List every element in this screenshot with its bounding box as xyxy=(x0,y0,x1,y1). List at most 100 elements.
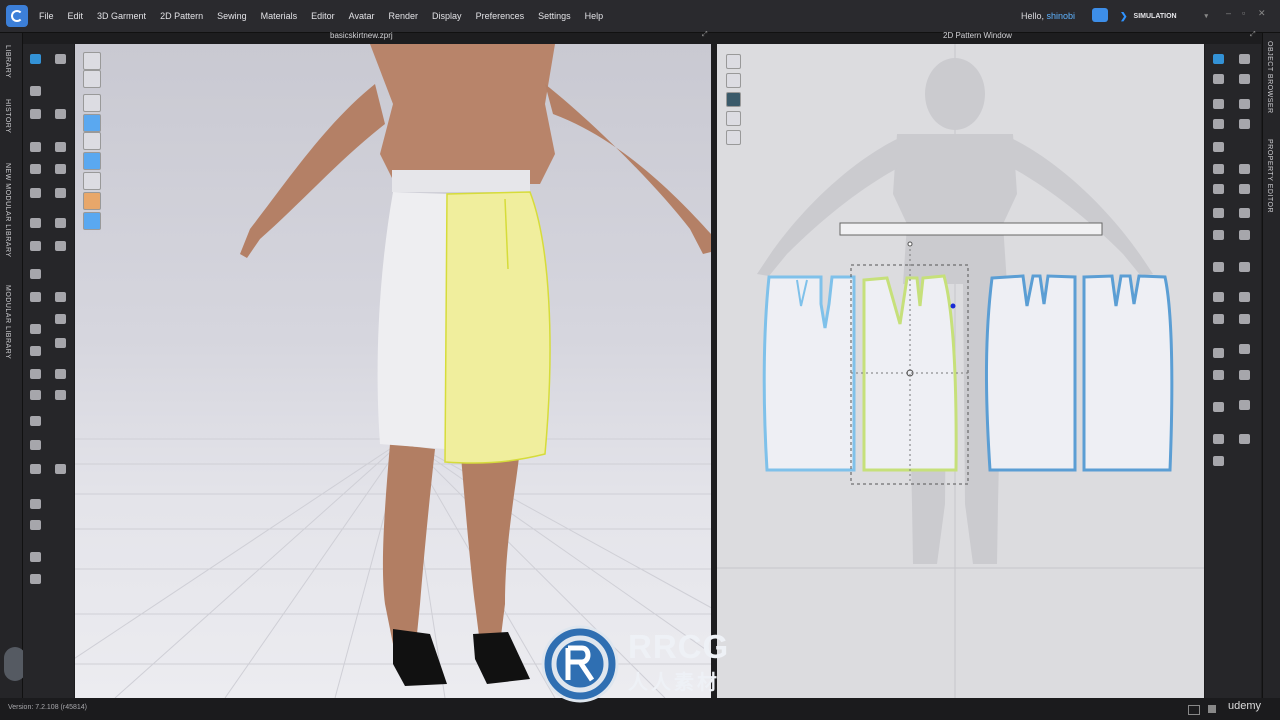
internal-polygon-icon[interactable] xyxy=(30,188,41,198)
morph-icon[interactable] xyxy=(30,552,41,562)
texture-icon[interactable] xyxy=(1213,262,1224,272)
gradient-icon[interactable] xyxy=(1239,370,1250,380)
menu-preferences[interactable]: Preferences xyxy=(469,0,532,32)
app-logo-icon[interactable] xyxy=(6,5,28,27)
dart-icon[interactable] xyxy=(55,188,66,198)
zipper-icon[interactable] xyxy=(1213,292,1224,302)
show-pins-icon[interactable] xyxy=(83,132,101,150)
username[interactable]: shinobi xyxy=(1047,11,1076,21)
tape-icon[interactable] xyxy=(1239,314,1250,324)
fold-icon[interactable] xyxy=(1213,230,1224,240)
edit-point-icon[interactable] xyxy=(1239,74,1250,84)
layout-toggle-icon[interactable] xyxy=(1188,705,1200,715)
menu-display[interactable]: Display xyxy=(425,0,469,32)
menu-file[interactable]: File xyxy=(32,0,61,32)
zipper-icon[interactable] xyxy=(55,314,66,324)
show-fabric-icon[interactable] xyxy=(83,152,101,170)
avatar-display-icon[interactable] xyxy=(83,52,101,70)
circle-icon[interactable] xyxy=(1239,119,1250,129)
fullscreen-icon[interactable] xyxy=(1208,705,1216,713)
menu-edit[interactable]: Edit xyxy=(61,0,91,32)
avatar-skin-icon[interactable] xyxy=(83,192,101,210)
environment-icon[interactable] xyxy=(83,212,101,230)
mesh-display-icon[interactable] xyxy=(83,114,101,132)
edit-pattern-icon[interactable] xyxy=(30,86,41,96)
texture-icon[interactable] xyxy=(726,92,741,107)
button-icon[interactable] xyxy=(1239,292,1250,302)
menu-3d-garment[interactable]: 3D Garment xyxy=(90,0,153,32)
measure-icon[interactable] xyxy=(30,369,41,379)
avatar-silhouette-icon[interactable] xyxy=(726,130,741,145)
smoothing-icon[interactable] xyxy=(30,416,41,426)
transform-icon[interactable] xyxy=(1239,54,1250,64)
add-point-icon[interactable] xyxy=(30,142,41,152)
maximize-icon[interactable]: ▫ xyxy=(1242,8,1245,18)
minimize-icon[interactable]: – xyxy=(1226,8,1231,18)
layout-icon[interactable] xyxy=(726,73,741,88)
curvature-icon[interactable] xyxy=(1239,99,1250,109)
tab-library[interactable]: LIBRARY xyxy=(4,45,11,78)
segment-sewing-icon[interactable] xyxy=(55,218,66,228)
annotation-icon[interactable] xyxy=(1213,370,1224,380)
xray-icon[interactable] xyxy=(83,172,101,190)
grading-icon[interactable] xyxy=(726,111,741,126)
pin-icon[interactable] xyxy=(1239,230,1250,240)
line-weight-icon[interactable] xyxy=(30,440,41,450)
add-point-icon[interactable] xyxy=(1213,99,1224,109)
grid-icon[interactable] xyxy=(1213,402,1224,412)
garment-display-icon[interactable] xyxy=(83,70,101,88)
menu-help[interactable]: Help xyxy=(578,0,611,32)
check-sewing-icon[interactable] xyxy=(55,241,66,251)
menu-2d-pattern[interactable]: 2D Pattern xyxy=(153,0,210,32)
sewing-icon[interactable] xyxy=(1213,208,1224,218)
tab-modular-library[interactable]: MODULAR LIBRARY xyxy=(4,285,11,359)
edit-texture-icon[interactable] xyxy=(30,269,41,279)
cloud-icon[interactable] xyxy=(1092,8,1108,22)
tab-property-editor[interactable]: PROPERTY EDITOR xyxy=(1266,139,1273,213)
edit-point-icon[interactable] xyxy=(30,109,41,119)
tab-history[interactable]: HISTORY xyxy=(4,99,11,133)
tape-icon[interactable] xyxy=(55,369,66,379)
menu-avatar[interactable]: Avatar xyxy=(342,0,382,32)
topstitch-icon[interactable] xyxy=(55,390,66,400)
texture-display-icon[interactable] xyxy=(83,94,101,112)
shrinkage-icon[interactable] xyxy=(30,464,41,474)
expand-icon[interactable]: ⤢ xyxy=(1250,31,1256,39)
dart-icon[interactable] xyxy=(1239,164,1250,174)
symbol-icon[interactable] xyxy=(1213,456,1224,466)
ruler-icon[interactable] xyxy=(1213,314,1224,324)
strengthen-icon[interactable] xyxy=(55,464,66,474)
menu-materials[interactable]: Materials xyxy=(254,0,305,32)
polygon-icon[interactable] xyxy=(55,142,66,152)
select-icon[interactable] xyxy=(30,54,41,64)
rectangle-icon[interactable] xyxy=(30,164,41,174)
free-sewing-icon[interactable] xyxy=(30,241,41,251)
close-icon[interactable]: ✕ xyxy=(1258,8,1266,19)
rectangle-icon[interactable] xyxy=(1213,119,1224,129)
viewport-3d[interactable] xyxy=(75,44,711,698)
select-icon[interactable] xyxy=(1213,54,1224,64)
graphic-icon[interactable] xyxy=(1239,262,1250,272)
menu-settings[interactable]: Settings xyxy=(531,0,578,32)
pattern-icon[interactable] xyxy=(1213,74,1224,84)
menu-editor[interactable]: Editor xyxy=(304,0,342,32)
internal-circle-icon[interactable] xyxy=(1213,164,1224,174)
button-icon[interactable] xyxy=(55,292,66,302)
settings-icon[interactable] xyxy=(1239,400,1250,410)
menu-render[interactable]: Render xyxy=(382,0,426,32)
buttonhole-icon[interactable] xyxy=(30,324,41,334)
edit-curvature-icon[interactable] xyxy=(55,109,66,119)
fold-icon[interactable] xyxy=(30,346,41,356)
expand-icon[interactable]: ⤢ xyxy=(702,31,708,39)
mode-selector[interactable]: ❯ SIMULATION ▾ xyxy=(1120,7,1212,25)
pattern-window[interactable] xyxy=(717,44,1204,698)
tab-object-browser[interactable]: OBJECT BROWSER xyxy=(1266,41,1273,114)
tab-new-modular-library[interactable]: NEW MODULAR LIBRARY xyxy=(4,163,11,258)
menu-sewing[interactable]: Sewing xyxy=(210,0,254,32)
free-sewing-icon[interactable] xyxy=(1239,208,1250,218)
grading-icon[interactable] xyxy=(1213,434,1224,444)
transform-icon[interactable] xyxy=(55,54,66,64)
pattern-display-icon[interactable] xyxy=(726,54,741,69)
layer-icon[interactable] xyxy=(30,520,41,530)
trace-icon[interactable] xyxy=(30,218,41,228)
